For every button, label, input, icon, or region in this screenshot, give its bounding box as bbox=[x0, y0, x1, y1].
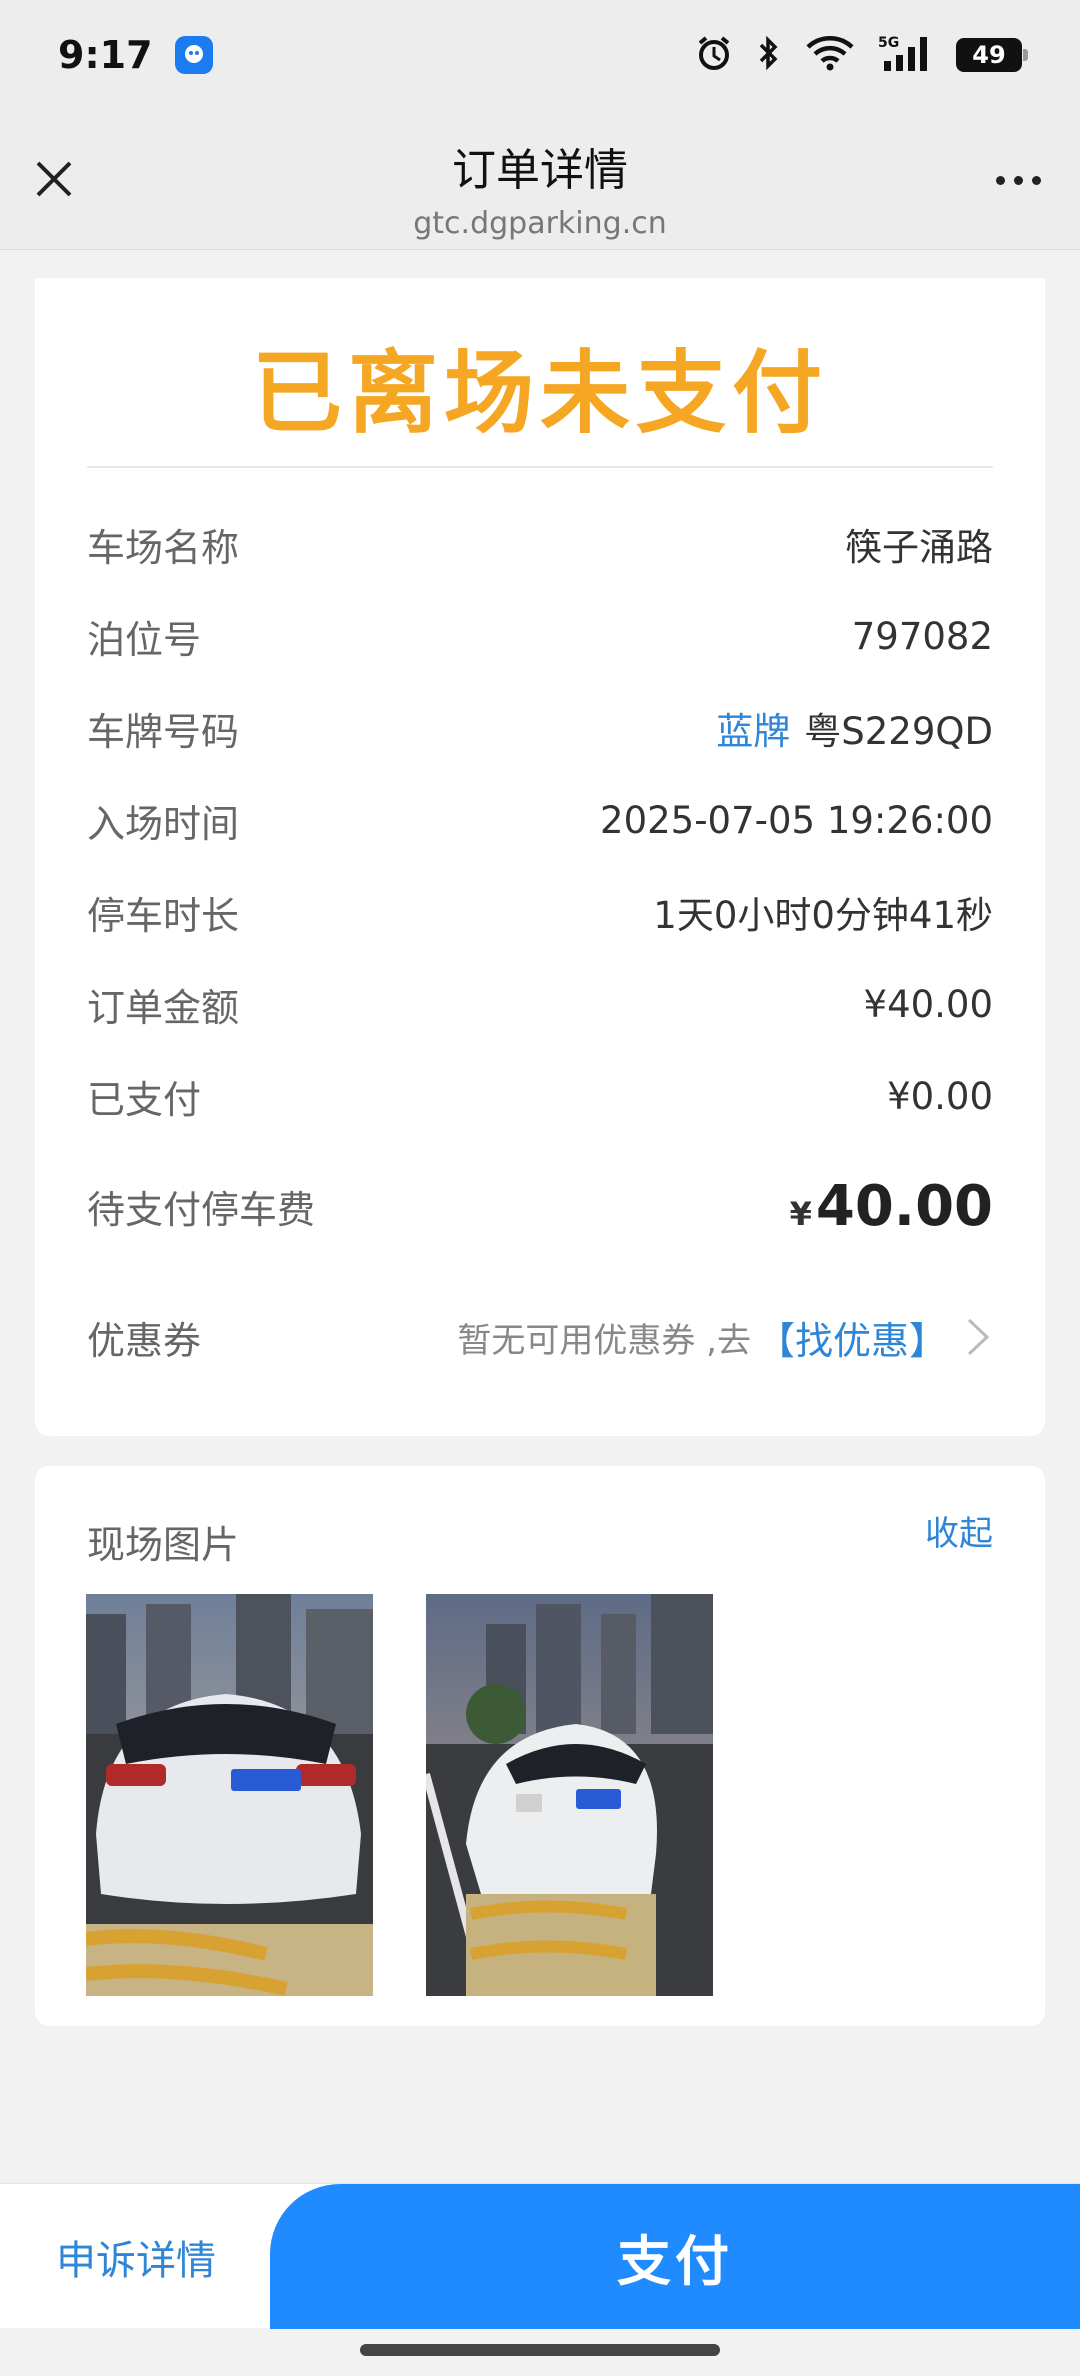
nav-bar: 订单详情 gtc.dgparking.cn bbox=[0, 110, 1080, 250]
row-coupon[interactable]: 优惠券 暂无可用优惠券 ,去 【找优惠】 bbox=[87, 1302, 993, 1372]
order-status: 已离场未支付 bbox=[252, 341, 828, 446]
appeal-details-link[interactable]: 申诉详情 bbox=[56, 2228, 216, 2286]
row-amount: 订单金额 ¥40.00 bbox=[87, 974, 993, 1034]
berth-value: 797082 bbox=[851, 614, 993, 658]
site-photos-card: 现场图片 收起 bbox=[35, 1466, 1045, 2026]
app-icon bbox=[174, 36, 213, 74]
paid-value: ¥0.00 bbox=[887, 1074, 993, 1118]
more-icon[interactable] bbox=[986, 160, 1050, 200]
row-entry-time: 入场时间 2025-07-05 19:26:00 bbox=[87, 790, 993, 850]
duration-label: 停车时长 bbox=[87, 893, 240, 938]
svg-text:5G: 5G bbox=[878, 35, 899, 51]
bottom-action-bar: 申诉详情 支付 bbox=[0, 2183, 1080, 2329]
row-plate: 车牌号码 蓝牌 粤S229QD bbox=[87, 698, 993, 758]
wifi-icon bbox=[804, 33, 856, 77]
row-due: 待支付停车费 ¥40.00 bbox=[87, 1166, 993, 1246]
lot-name-value: 筷子涌路 bbox=[845, 526, 993, 569]
plate-value-wrap: 蓝牌 粤S229QD bbox=[716, 701, 993, 755]
alarm-icon bbox=[694, 33, 734, 77]
row-lot-name: 车场名称 筷子涌路 bbox=[87, 514, 993, 574]
due-label: 待支付停车费 bbox=[87, 1187, 316, 1232]
due-amount: 40.00 bbox=[815, 1173, 993, 1239]
collapse-button[interactable]: 收起 bbox=[925, 1506, 993, 1555]
coupon-text: 暂无可用优惠券 ,去 bbox=[457, 1320, 751, 1361]
amount-value: ¥40.00 bbox=[863, 982, 993, 1026]
row-paid: 已支付 ¥0.00 bbox=[87, 1066, 993, 1126]
coupon-label: 优惠券 bbox=[87, 1318, 202, 1363]
plate-label: 车牌号码 bbox=[87, 709, 240, 754]
entry-time-label: 入场时间 bbox=[87, 801, 240, 846]
status-time: 9:17 bbox=[58, 33, 153, 77]
due-amount-wrap: ¥40.00 bbox=[790, 1174, 993, 1239]
site-photo[interactable] bbox=[86, 1594, 373, 1996]
lot-name-label: 车场名称 bbox=[87, 525, 240, 570]
find-coupon-link[interactable]: 【找优惠】 bbox=[757, 1310, 947, 1365]
photos-title: 现场图片 bbox=[87, 1523, 240, 1567]
paid-label: 已支付 bbox=[87, 1077, 202, 1122]
amount-label: 订单金额 bbox=[87, 985, 240, 1030]
entry-time-value: 2025-07-05 19:26:00 bbox=[600, 798, 993, 842]
page-url: gtc.dgparking.cn bbox=[413, 206, 667, 241]
duration-value: 1天0小时0分钟41秒 bbox=[653, 894, 993, 937]
row-duration: 停车时长 1天0小时0分钟41秒 bbox=[87, 882, 993, 942]
order-status-card: 已离场未支付 bbox=[35, 278, 1045, 468]
due-currency: ¥ bbox=[789, 1194, 812, 1233]
coupon-action[interactable]: 暂无可用优惠券 ,去 【找优惠】 bbox=[457, 1310, 993, 1365]
signal-icon: 5G bbox=[878, 33, 934, 77]
home-indicator[interactable] bbox=[360, 2344, 720, 2356]
battery-icon: 49 bbox=[956, 38, 1028, 72]
site-photo[interactable] bbox=[426, 1594, 713, 1996]
plate-number: 粤S229QD bbox=[804, 710, 993, 753]
chevron-right-icon bbox=[967, 1318, 990, 1356]
row-berth: 泊位号 797082 bbox=[87, 606, 993, 666]
pay-button[interactable]: 支付 bbox=[270, 2184, 1080, 2329]
page-title: 订单详情 bbox=[452, 145, 628, 196]
berth-label: 泊位号 bbox=[87, 617, 202, 662]
order-details-card: 车场名称 筷子涌路 泊位号 797082 车牌号码 蓝牌 粤S229QD 入场时间… bbox=[35, 468, 1045, 1436]
battery-level: 49 bbox=[972, 41, 1006, 69]
status-bar: 9:17 5G 49 bbox=[0, 0, 1080, 110]
plate-type: 蓝牌 bbox=[716, 710, 791, 753]
bluetooth-icon bbox=[756, 33, 782, 77]
